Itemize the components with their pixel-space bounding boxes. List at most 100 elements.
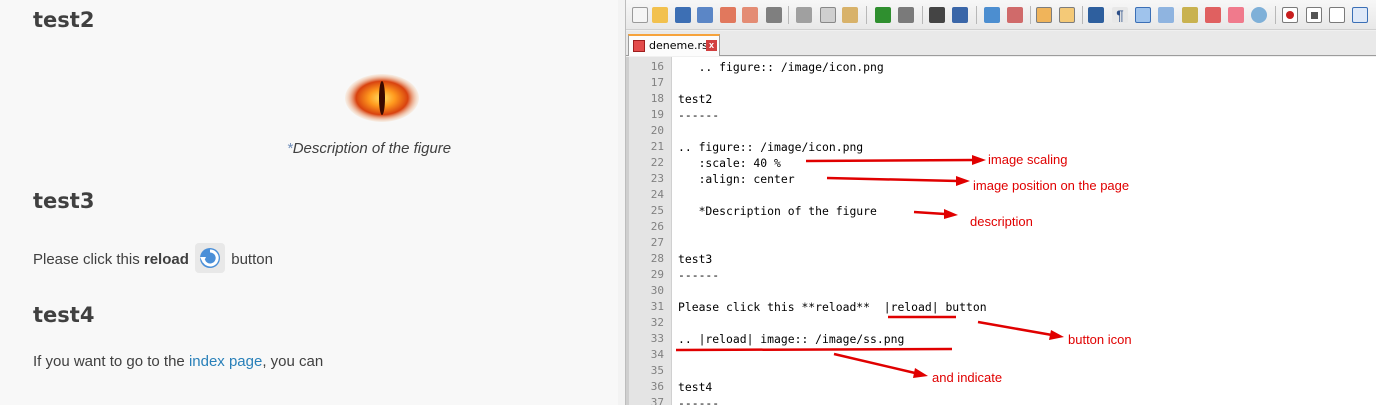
code-line: test4 xyxy=(678,380,713,394)
line-number: 20 xyxy=(650,124,664,137)
caption-text: Description of the figure xyxy=(292,140,452,157)
reload-icon[interactable] xyxy=(195,243,226,273)
annotation-image-position: image position on the page xyxy=(973,178,1130,193)
code-line: .. figure:: /image/icon.png xyxy=(678,60,884,74)
annotation-description: description xyxy=(970,214,1033,229)
code-line: :scale: 40 % xyxy=(678,156,781,170)
toolbar: ¶ xyxy=(626,0,1376,30)
code-line: ------ xyxy=(678,396,720,405)
record-macro-icon[interactable] xyxy=(1282,7,1298,23)
code-line: ------ xyxy=(678,108,720,122)
line-number: 18 xyxy=(650,92,664,105)
indent-guide-icon[interactable] xyxy=(1135,7,1151,23)
toolbar-separator xyxy=(922,6,923,24)
index-page-link[interactable]: index page xyxy=(189,353,262,370)
heading-test4: test4 xyxy=(33,303,95,327)
code-line: test2 xyxy=(678,92,713,106)
replace-icon[interactable] xyxy=(952,7,968,23)
stop-macro-icon[interactable] xyxy=(1306,7,1322,23)
line-number: 27 xyxy=(650,236,664,249)
test4-suffix: , you can xyxy=(262,353,324,370)
undo-icon[interactable] xyxy=(875,7,891,23)
reload-prefix: Please click this xyxy=(33,250,144,268)
rendered-doc-pane: test2 *Description of the figure test3 P… xyxy=(0,0,618,405)
test4-paragraph: If you want to go to the index page, you… xyxy=(33,353,323,370)
zoom-out-icon[interactable] xyxy=(1007,7,1023,23)
close-tab-icon[interactable]: x xyxy=(706,40,717,51)
heading-test3: test3 xyxy=(33,189,95,213)
code-editor[interactable]: 16 17 18 19 20 21 22 23 24 25 26 27 28 29 30 31 32 33 34 35… xyxy=(626,57,1376,405)
annotation-and-indicate: and indicate xyxy=(932,370,1003,385)
reload-paragraph: Please click this reload button xyxy=(33,243,273,275)
doc-map-icon[interactable] xyxy=(1182,7,1198,23)
annotation-image-scaling: image scaling xyxy=(988,152,1068,167)
save-icon[interactable] xyxy=(675,7,691,23)
code-line: test3 xyxy=(678,252,713,266)
pdf-icon[interactable] xyxy=(1205,7,1221,23)
code-line: .. figure:: /image/icon.png xyxy=(678,140,864,154)
line-number: 19 xyxy=(650,108,664,121)
line-number: 25 xyxy=(650,204,664,217)
tab-deneme-rst[interactable]: deneme.rst x xyxy=(628,34,720,56)
show-all-chars-icon[interactable]: ¶ xyxy=(1112,7,1128,23)
toolbar-separator xyxy=(788,6,789,24)
code-line: ------ xyxy=(678,268,720,282)
line-number: 30 xyxy=(650,284,664,297)
line-number: 22 xyxy=(650,156,664,169)
tab-label: deneme.rst xyxy=(649,39,713,52)
redo-icon[interactable] xyxy=(898,7,914,23)
notepadpp-window: ¶ deneme.rst x 16 17 18 19 20 21 22 23 24 25 26 27 2… xyxy=(625,0,1376,405)
copy-icon[interactable] xyxy=(820,7,836,23)
sync-vertical-icon[interactable] xyxy=(1036,7,1052,23)
monitor-icon[interactable] xyxy=(1251,7,1267,23)
line-number: 23 xyxy=(650,172,664,185)
reload-suffix: button xyxy=(231,250,273,268)
line-number: 37 xyxy=(650,396,664,405)
open-file-icon[interactable] xyxy=(652,7,668,23)
line-number: 26 xyxy=(650,220,664,233)
annotation-button-icon: button icon xyxy=(1068,332,1132,347)
reload-bold-text: reload xyxy=(143,250,189,268)
heading-test2: test2 xyxy=(33,8,95,32)
toolbar-separator xyxy=(1275,6,1276,24)
test4-prefix: If you want to go to the xyxy=(33,353,189,370)
close-file-icon[interactable] xyxy=(720,7,736,23)
code-line: Please click this **reload** |reload| bu… xyxy=(678,300,987,314)
line-number: 17 xyxy=(650,76,664,89)
function-list-icon[interactable] xyxy=(1158,7,1174,23)
line-number: 32 xyxy=(650,316,664,329)
run-macro-multiple-icon[interactable] xyxy=(1352,7,1368,23)
eye-figure-image xyxy=(345,74,419,122)
sync-horizontal-icon[interactable] xyxy=(1059,7,1075,23)
line-number: 33 xyxy=(650,332,664,345)
close-all-icon[interactable] xyxy=(742,7,758,23)
zoom-in-icon[interactable] xyxy=(984,7,1000,23)
code-line: *Description of the figure xyxy=(678,204,877,218)
line-number: 16 xyxy=(650,60,664,73)
toolbar-separator xyxy=(866,6,867,24)
file-icon xyxy=(633,40,645,52)
line-number-gutter: 16 17 18 19 20 21 22 23 24 25 26 27 28 29 30 31 32 33 34 35… xyxy=(626,57,672,405)
play-macro-icon[interactable] xyxy=(1329,7,1345,23)
line-number: 21 xyxy=(650,140,664,153)
code-line: .. |reload| image:: /image/ss.png xyxy=(678,332,905,346)
line-number: 24 xyxy=(650,188,664,201)
line-number: 36 xyxy=(650,380,664,393)
find-icon[interactable] xyxy=(929,7,945,23)
print-icon[interactable] xyxy=(766,7,782,23)
figure-caption: *Description of the figure xyxy=(240,140,498,157)
save-all-icon[interactable] xyxy=(697,7,713,23)
folder-workspace-icon[interactable] xyxy=(1228,7,1244,23)
tab-bar: deneme.rst x xyxy=(626,31,1376,56)
line-number: 34 xyxy=(650,348,664,361)
paste-icon[interactable] xyxy=(842,7,858,23)
toolbar-separator xyxy=(976,6,977,24)
word-wrap-icon[interactable] xyxy=(1088,7,1104,23)
line-number: 29 xyxy=(650,268,664,281)
code-line: :align: center xyxy=(678,172,795,186)
line-number: 31 xyxy=(650,300,664,313)
truncated-paragraph: ... ......... ...... .. ...... ....... .… xyxy=(33,396,225,405)
toolbar-separator xyxy=(1030,6,1031,24)
cut-icon[interactable] xyxy=(796,7,812,23)
new-file-icon[interactable] xyxy=(632,7,648,23)
